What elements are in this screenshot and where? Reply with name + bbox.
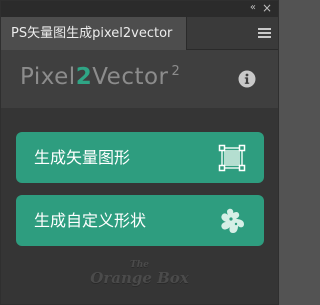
plugin-panel: « × PS矢量图生成pixel2vector Pixel2Vector 2 生成… [0,0,279,305]
generate-custom-shape-label: 生成自定义形状 [34,211,147,230]
the-orange-box-watermark: The Orange Box [1,260,278,287]
panel-top-strip: « × [1,1,278,17]
collapse-panel-icon[interactable]: « [250,2,256,14]
logo-suffix: Vector [92,64,169,90]
close-panel-icon[interactable]: × [262,1,272,15]
tab-bar: PS矢量图生成pixel2vector [1,17,278,50]
tab-pixel2vector[interactable]: PS矢量图生成pixel2vector [1,17,187,50]
logo-prefix: Pixel [20,64,76,90]
hamburger-menu-icon[interactable] [258,28,271,39]
brand-line-2: Orange Box [90,269,189,287]
generate-vector-label: 生成矢量图形 [34,148,131,167]
logo-number: 2 [75,64,93,90]
generate-vector-button[interactable]: 生成矢量图形 [16,132,264,183]
panel-header: Pixel2Vector 2 [1,50,278,108]
pixel2vector-logo: Pixel2Vector 2 [20,64,180,90]
vector-frame-icon [218,144,246,172]
info-icon[interactable] [238,70,256,88]
panel-content: 生成矢量图形 生成自定义形状 The Orange Box [1,108,278,304]
custom-shape-icon [221,208,244,233]
logo-superscript: 2 [171,64,181,79]
generate-custom-shape-button[interactable]: 生成自定义形状 [16,195,264,246]
